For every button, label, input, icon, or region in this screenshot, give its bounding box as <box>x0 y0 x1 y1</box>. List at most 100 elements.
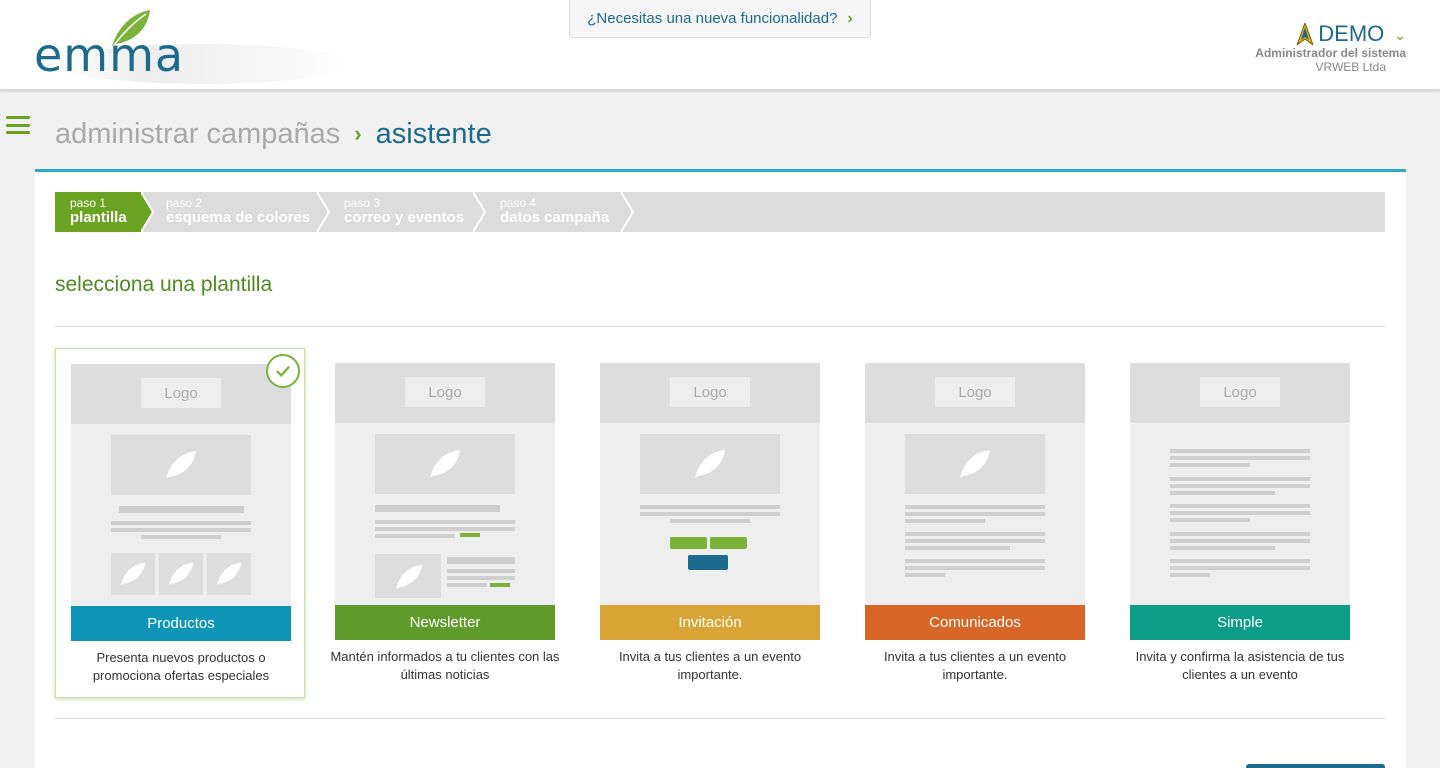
leaf-icon <box>695 450 725 478</box>
preview-text-line <box>447 583 487 587</box>
divider <box>55 718 1385 719</box>
preview-text-line <box>119 506 244 513</box>
step-number: paso 1 <box>70 196 107 210</box>
preview-button <box>670 537 707 549</box>
template-card-comunicados[interactable]: Logo Comunicados Invita a tus clientes a… <box>850 348 1100 698</box>
preview-text-line <box>1170 511 1310 515</box>
star-trek-badge-icon <box>1296 23 1314 45</box>
preview-text-line <box>670 519 750 523</box>
preview-text-line <box>1170 456 1310 460</box>
logo-text: emma <box>34 28 185 82</box>
leaf-icon <box>168 562 194 586</box>
preview-text-line <box>905 532 1045 536</box>
leaf-icon <box>395 564 423 590</box>
step-datos-campana[interactable]: paso 4 datos campaña <box>485 192 625 232</box>
preview-text-line <box>375 520 515 524</box>
preview-text-line <box>1170 559 1310 563</box>
template-card-newsletter[interactable]: Logo Newsletter Mantén informados a tu c… <box>320 348 570 698</box>
preview-text-line <box>1170 484 1310 488</box>
leaf-icon <box>960 450 990 478</box>
section-title: selecciona una plantilla <box>55 273 273 296</box>
preview-logo: Logo <box>141 378 221 408</box>
chevron-down-icon[interactable]: ⌄ <box>1394 27 1406 44</box>
preview-text-line <box>1170 518 1250 522</box>
preview-text-line <box>375 527 515 531</box>
step-number: paso 3 <box>344 196 381 210</box>
checkmark-icon <box>266 354 300 388</box>
breadcrumb: administrar campañas › asistente <box>55 114 492 154</box>
template-description: Presenta nuevos productos o promociona o… <box>92 650 270 683</box>
template-preview: Logo <box>71 364 291 606</box>
preview-text-line <box>1170 573 1210 577</box>
preview-logo: Logo <box>405 377 485 407</box>
preview-text-line <box>141 535 221 539</box>
preview-text-line <box>1170 477 1310 481</box>
preview-text-line <box>640 512 780 516</box>
preview-text-line <box>447 557 515 564</box>
template-description: Invita a tus clientes a un evento import… <box>618 649 802 682</box>
preview-product-thumb <box>111 553 155 595</box>
step-label: esquema de colores <box>166 209 311 226</box>
preview-text-line <box>905 559 1045 563</box>
chevron-right-icon: › <box>354 121 362 146</box>
preview-text-line <box>905 566 1045 570</box>
step-esquema-colores[interactable]: paso 2 esquema de colores <box>151 192 315 232</box>
hamburger-menu-icon[interactable] <box>6 116 30 134</box>
user-name: DEMO <box>1318 21 1385 46</box>
wizard-steps: paso 1 plantilla paso 2 esquema de color… <box>55 192 1385 232</box>
preview-button <box>688 555 728 570</box>
preview-header: Logo <box>71 364 291 424</box>
preview-link <box>460 533 480 537</box>
template-preview: Logo <box>335 363 555 605</box>
preview-text-line <box>905 573 945 577</box>
emma-logo[interactable]: emma <box>34 8 354 84</box>
user-company: VRWEB Ltda <box>1315 60 1386 74</box>
user-role: Administrador del sistema <box>1255 46 1406 60</box>
preview-text-line <box>905 546 1010 550</box>
preview-text-line <box>905 512 1045 516</box>
template-card-productos[interactable]: Logo Productos Presenta nuevos productos <box>55 348 305 698</box>
step-correo-eventos[interactable]: paso 3 correo y eventos <box>329 192 479 232</box>
step-arrow-separator <box>621 192 635 232</box>
preview-image <box>111 435 251 495</box>
preview-header: Logo <box>1130 363 1350 423</box>
preview-text-line <box>1170 491 1275 495</box>
preview-image <box>905 434 1045 494</box>
step-plantilla[interactable]: paso 1 plantilla <box>55 192 141 232</box>
preview-button <box>710 537 747 549</box>
chevron-right-icon: › <box>847 9 853 27</box>
preview-product-thumb <box>207 553 251 595</box>
preview-logo: Logo <box>1200 377 1280 407</box>
template-preview: Logo <box>1130 363 1350 605</box>
preview-text-line <box>905 505 1045 509</box>
step-number: paso 4 <box>500 196 537 210</box>
template-label: Productos <box>71 606 291 641</box>
user-menu[interactable]: DEMO ⌄ Administrador del sistema VRWEB L… <box>1255 21 1406 75</box>
template-label: Simple <box>1130 605 1350 640</box>
template-card-invitacion[interactable]: Logo Invitación Invita a tus clientes a … <box>585 348 835 698</box>
preview-header: Logo <box>600 363 820 423</box>
preview-text-line <box>1170 463 1250 467</box>
next-button[interactable] <box>1246 764 1385 768</box>
preview-text-line <box>1170 546 1275 550</box>
preview-text-line <box>111 528 251 532</box>
app-header: emma ¿Necesitas una nueva funcionalidad?… <box>0 0 1440 90</box>
breadcrumb-parent-link[interactable]: administrar campañas <box>55 114 340 154</box>
leaf-icon <box>430 450 460 478</box>
preview-text-line <box>1170 539 1310 543</box>
preview-text-line <box>1170 504 1310 508</box>
preview-text-line <box>375 534 455 538</box>
preview-logo: Logo <box>935 377 1015 407</box>
template-card-simple[interactable]: Logo Simple Invita y confirma la asisten… <box>1115 348 1365 698</box>
preview-image <box>640 434 780 494</box>
preview-text-line <box>447 576 515 580</box>
preview-header: Logo <box>865 363 1085 423</box>
preview-logo: Logo <box>670 377 750 407</box>
preview-text-line <box>1170 566 1310 570</box>
feature-request-button[interactable]: ¿Necesitas una nueva funcionalidad? › <box>569 0 871 38</box>
hamburger-line <box>6 123 30 127</box>
preview-image <box>375 554 441 598</box>
template-label: Newsletter <box>335 605 555 640</box>
leaf-icon <box>216 562 242 586</box>
preview-text-line <box>905 539 1045 543</box>
